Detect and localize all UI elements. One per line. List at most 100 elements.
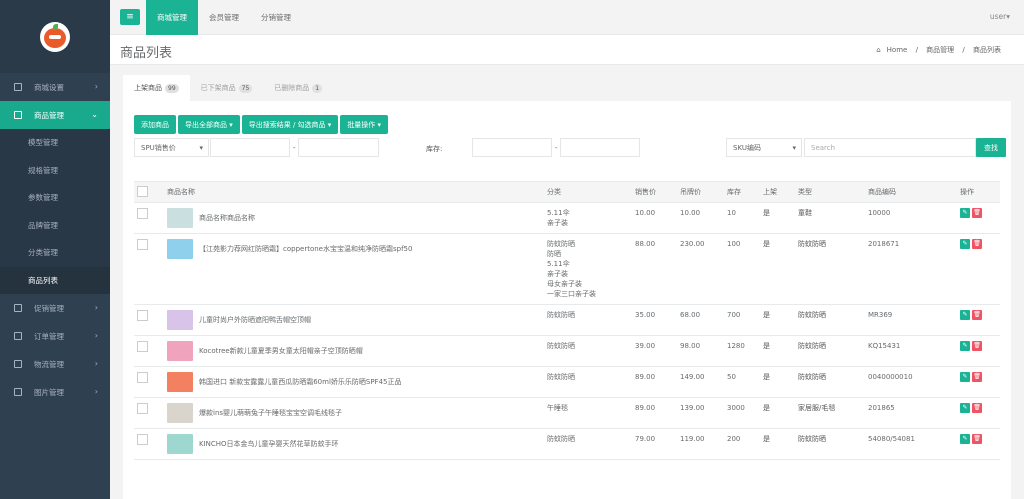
col-header-stock: 库存 <box>724 181 760 203</box>
logo[interactable] <box>40 21 70 52</box>
on-shelf-cell: 是 <box>760 366 795 398</box>
edit-icon[interactable]: ✎ <box>960 239 970 249</box>
breadcrumb-separator: / <box>915 46 918 54</box>
category-line: 防蚊防晒 <box>547 311 575 319</box>
edit-icon[interactable]: ✎ <box>960 403 970 413</box>
price-max-input[interactable] <box>298 138 379 157</box>
count-badge: 1 <box>312 83 323 93</box>
sidebar-item-orders[interactable]: 订单管理 › <box>0 322 110 350</box>
row-checkbox[interactable] <box>137 372 148 383</box>
edit-icon[interactable]: ✎ <box>960 372 970 382</box>
category-line: 防晒 <box>547 250 561 258</box>
sidebar-item-promotion[interactable]: 促销管理 › <box>0 294 110 322</box>
product-thumbnail[interactable] <box>167 434 193 454</box>
on-shelf-cell: 是 <box>760 202 795 234</box>
tab-distribution-management[interactable]: 分销管理 <box>250 0 302 35</box>
stock-max-input[interactable] <box>560 138 640 157</box>
product-name[interactable]: 韩国进口 新款宝露露儿童西瓜防晒霜60ml娇乐乐防晒SPF45正品 <box>199 377 402 387</box>
submenu-item-param[interactable]: 参数管理 <box>0 184 110 212</box>
product-thumbnail[interactable] <box>167 341 193 361</box>
batch-action-button[interactable]: 批量操作 ▾ <box>340 115 389 134</box>
edit-icon[interactable]: ✎ <box>960 208 970 218</box>
export-all-button[interactable]: 导出全部商品 ▾ <box>178 115 240 134</box>
row-checkbox[interactable] <box>137 434 148 445</box>
sidebar-item-images[interactable]: 图片管理 › <box>0 378 110 406</box>
price-type-select[interactable]: SPU销售价 ▾ <box>134 138 209 157</box>
sidebar-item-logistics[interactable]: 物流管理 › <box>0 350 110 378</box>
select-all-checkbox[interactable] <box>137 185 148 197</box>
submenu-item-product-list[interactable]: 商品列表 <box>0 266 110 294</box>
tag-price-cell: 68.00 <box>677 304 724 336</box>
product-thumbnail[interactable] <box>167 310 193 330</box>
delete-icon[interactable]: 🗑 <box>972 239 982 249</box>
edit-icon[interactable]: ✎ <box>960 341 970 351</box>
delete-icon[interactable]: 🗑 <box>972 403 982 413</box>
product-thumbnail[interactable] <box>167 239 193 259</box>
row-checkbox[interactable] <box>137 403 148 414</box>
product-thumbnail[interactable] <box>167 208 193 228</box>
add-product-button[interactable]: 添加商品 <box>134 115 176 134</box>
product-name[interactable]: KINCHO日本金鸟儿童孕婴天然花草防蚊手环 <box>199 439 339 449</box>
row-checkbox[interactable] <box>137 310 148 321</box>
edit-icon[interactable]: ✎ <box>960 310 970 320</box>
action-toolbar: 添加商品 导出全部商品 ▾ 导出搜索结果 / 勾选商品 ▾ 批量操作 ▾ <box>134 115 389 134</box>
submenu-item-brand[interactable]: 品牌管理 <box>0 212 110 240</box>
menu-toggle-icon[interactable]: ≡ <box>120 9 140 25</box>
delete-icon[interactable]: 🗑 <box>972 208 982 218</box>
edit-icon[interactable]: ✎ <box>960 434 970 444</box>
stock-min-input[interactable] <box>472 138 552 157</box>
tab-member-management[interactable]: 会员管理 <box>198 0 250 35</box>
price-min-input[interactable] <box>210 138 290 157</box>
tab-deleted[interactable]: 已删除商品 1 <box>263 75 333 101</box>
home-icon: ⌂ <box>876 46 881 54</box>
category-line: 一家三口亲子装 <box>547 290 596 298</box>
delete-icon[interactable]: 🗑 <box>972 434 982 444</box>
sku-field-select[interactable]: SKU编码 ▾ <box>726 138 802 157</box>
count-badge: 99 <box>165 83 179 93</box>
list-icon <box>14 83 22 91</box>
product-name[interactable]: 商品名称商品名称 <box>199 213 255 223</box>
sidebar-item-label: 商城设置 <box>34 82 64 92</box>
delete-icon[interactable]: 🗑 <box>972 372 982 382</box>
caret-down-icon: ▾ <box>792 143 796 152</box>
type-cell: 防蚊防晒 <box>795 304 865 336</box>
product-thumbnail[interactable] <box>167 372 193 392</box>
submenu-item-model[interactable]: 模型管理 <box>0 129 110 157</box>
tag-price-cell: 119.00 <box>677 428 724 460</box>
sidebar-item-store-settings[interactable]: 商城设置 › <box>0 73 110 101</box>
fruit-logo-icon <box>44 28 66 48</box>
category-line: 亲子装 <box>547 219 568 227</box>
submenu-item-category[interactable]: 分类管理 <box>0 239 110 267</box>
type-cell: 防蚊防晒 <box>795 428 865 460</box>
sidebar-item-product-management[interactable]: 商品管理 ⌄ <box>0 101 110 129</box>
on-shelf-cell: 是 <box>760 304 795 336</box>
code-cell: KQ15431 <box>865 335 957 367</box>
select-value: SPU销售价 <box>141 143 176 152</box>
user-menu[interactable]: user▾ <box>990 12 1010 21</box>
tab-on-shelf[interactable]: 上架商品 99 <box>123 75 190 101</box>
category-line: 亲子装 <box>547 270 568 278</box>
row-checkbox[interactable] <box>137 208 148 219</box>
breadcrumb-home[interactable]: Home <box>887 46 908 54</box>
breadcrumb-product-management[interactable]: 商品管理 <box>926 46 954 54</box>
search-button[interactable]: 查找 <box>976 138 1006 157</box>
product-name[interactable]: 儿童时尚户外防晒遮阳鸭舌帽空顶帽 <box>199 315 311 325</box>
delete-icon[interactable]: 🗑 <box>972 341 982 351</box>
category-line: 防蚊防晒 <box>547 435 575 443</box>
tag-icon <box>14 304 22 312</box>
row-checkbox[interactable] <box>137 341 148 352</box>
product-thumbnail[interactable] <box>167 403 193 423</box>
product-name[interactable]: Kocotree新款儿童夏季男女童太阳帽亲子空顶防晒帽 <box>199 346 363 356</box>
search-input[interactable]: Search <box>804 138 976 157</box>
type-cell: 家居服/毛毯 <box>795 397 865 429</box>
tab-store-management[interactable]: 商城管理 <box>146 0 198 35</box>
product-name[interactable]: 爆款ins婴儿萌萌兔子午睡毯宝宝空调毛线毯子 <box>199 408 342 418</box>
export-selected-button[interactable]: 导出搜索结果 / 勾选商品 ▾ <box>241 115 339 134</box>
product-name[interactable]: 【江苑影力荐网红防晒霜】coppertone水宝宝温和纯净防晒霜spf50 <box>199 244 412 254</box>
submenu-item-spec[interactable]: 规格管理 <box>0 157 110 185</box>
count-badge: 75 <box>238 83 253 93</box>
delete-icon[interactable]: 🗑 <box>972 310 982 320</box>
tab-off-shelf[interactable]: 已下架商品 75 <box>190 75 264 101</box>
category-line: 防蚊防晒 <box>547 373 575 381</box>
row-checkbox[interactable] <box>137 239 148 250</box>
